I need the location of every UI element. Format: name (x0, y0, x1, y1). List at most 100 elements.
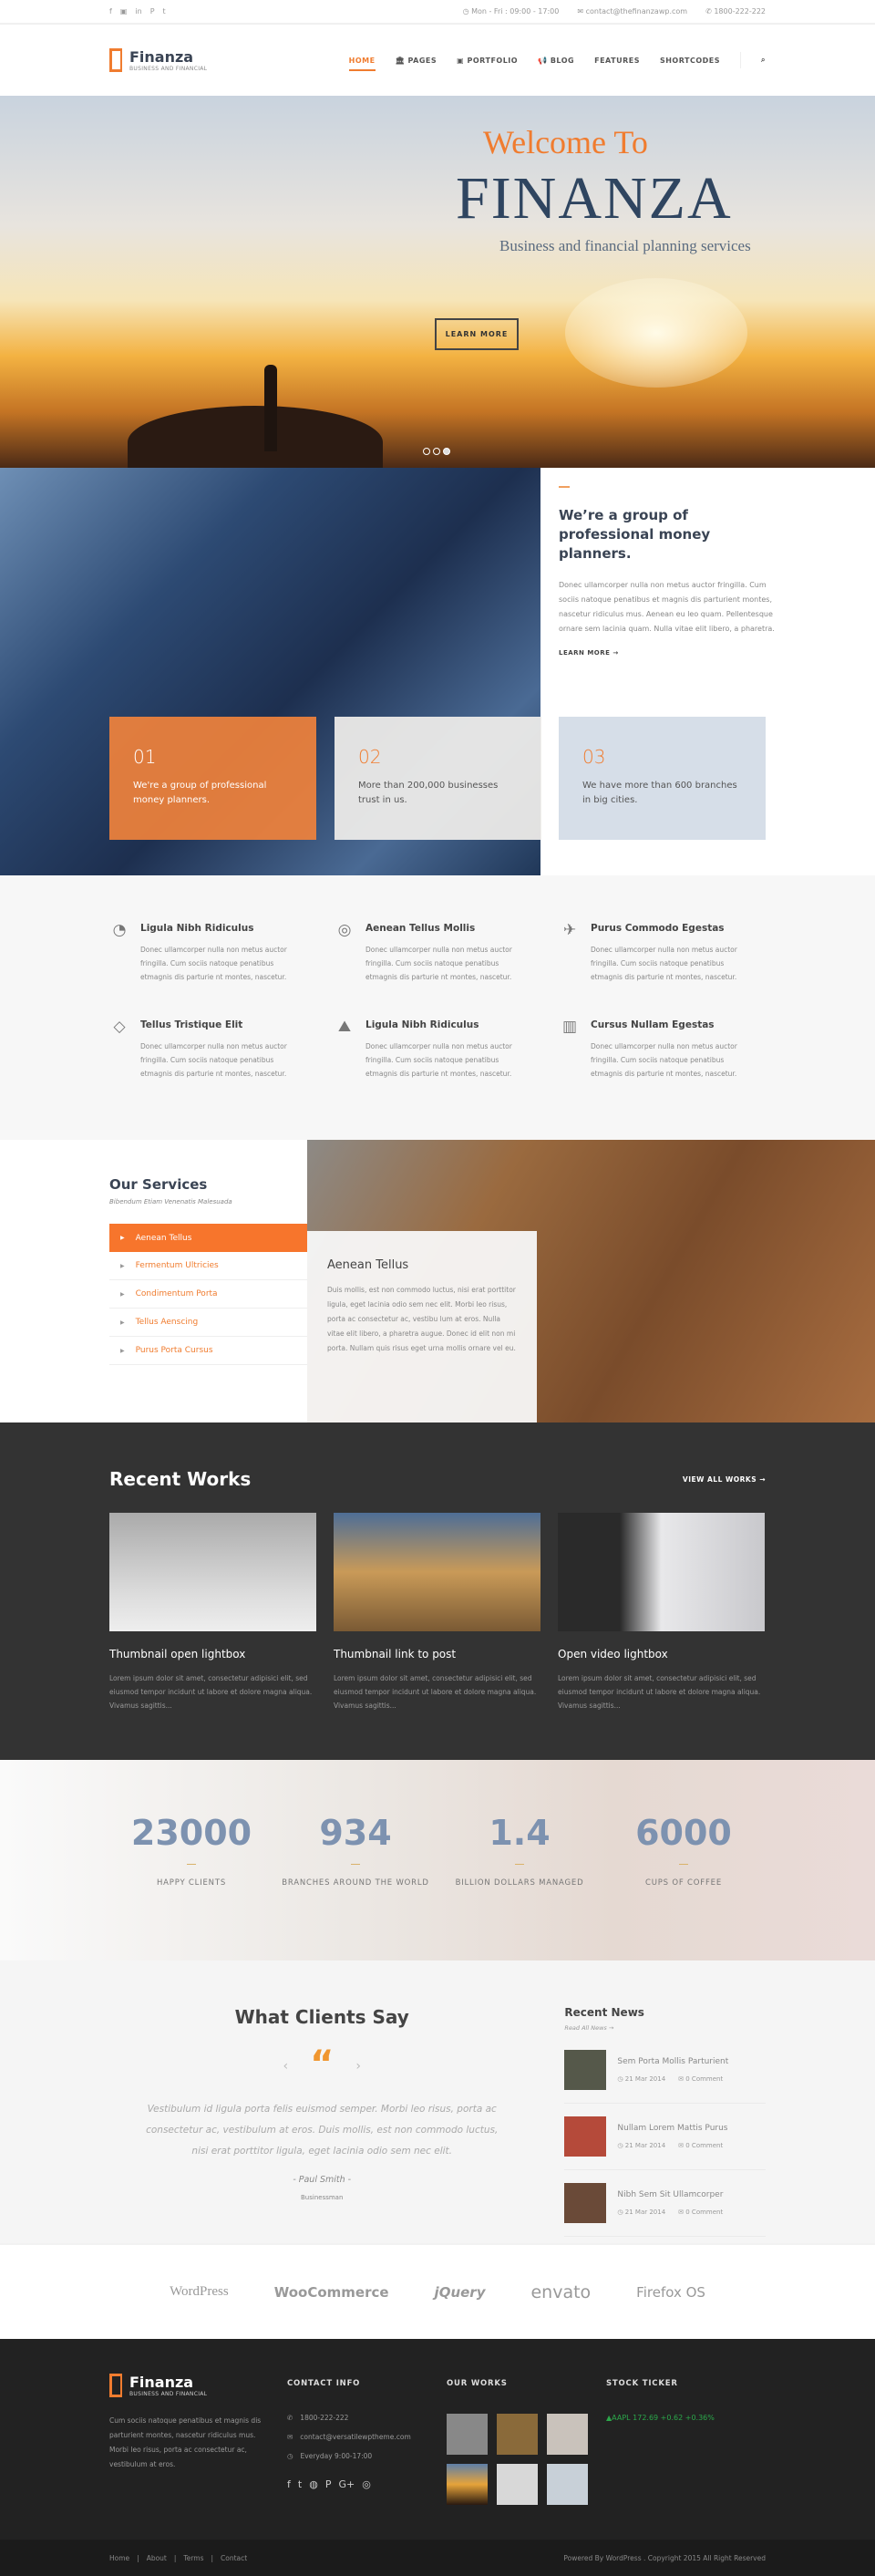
footer-works-gallery (447, 2414, 606, 2505)
contact-info-title: CONTACT INFO (287, 2379, 361, 2388)
pinterest-icon[interactable]: P (150, 7, 155, 16)
email-info[interactable]: ✉ contact@thefinanzawp.com (577, 7, 687, 16)
firefox-os-logo: Firefox OS (636, 2283, 705, 2301)
services-subtitle: Bibendum Etiam Venenatis Malesuada (109, 1198, 232, 1205)
footer-link[interactable]: About (147, 2554, 167, 2562)
hero-welcome: Welcome To (483, 124, 648, 160)
service-tab[interactable]: ▶ Purus Porta Cursus (109, 1337, 307, 1365)
work-thumbnail[interactable] (558, 1513, 765, 1631)
news-title[interactable]: Nibh Sem Sit Ullamcorper (617, 2190, 723, 2199)
footer-link[interactable]: Home (109, 2554, 129, 2562)
flickr-icon[interactable]: ▣ (120, 7, 128, 16)
twitter-icon[interactable]: t (298, 2478, 302, 2490)
footer-email[interactable]: contact@versatilewptheme.com (300, 2433, 410, 2441)
footer-link[interactable]: Contact (221, 2554, 247, 2562)
copyright: Powered By WordPress . Copyright 2015 Al… (563, 2553, 766, 2562)
nav-features[interactable]: FEATURES (594, 57, 640, 65)
news-thumbnail[interactable] (564, 2116, 607, 2157)
feature-text: Donec ullamcorper nulla non metus auctor… (365, 946, 512, 981)
features-section: ◔ Ligula Nibh Ridiculus Donec ullamcorper … (0, 875, 875, 1140)
work-title[interactable]: Thumbnail open lightbox (109, 1648, 316, 1660)
caret-right-icon: ▶ (120, 1319, 125, 1326)
nav-shortcodes[interactable]: SHORTCODES (660, 57, 720, 65)
email-text: contact@thefinanzawp.com (585, 7, 688, 16)
news-title[interactable]: Sem Porta Mollis Parturient (617, 2057, 728, 2066)
phone-text: 1800-222-222 (714, 7, 766, 16)
envato-logo: envato (530, 2281, 592, 2302)
stat-value: 6000 (635, 1813, 732, 1853)
chevron-right-icon[interactable]: › (355, 2059, 361, 2074)
news-thumbnail[interactable] (564, 2183, 607, 2223)
news-title[interactable]: Nullam Lorem Mattis Purus (617, 2124, 727, 2133)
service-tab[interactable]: ▶ Condimentum Porta (109, 1280, 307, 1309)
work-thumbnail[interactable] (447, 2414, 488, 2455)
footer-links: Home | About | Terms | Contact (109, 2554, 247, 2562)
stock-ticker-title: STOCK TICKER (606, 2379, 678, 2388)
work-thumbnail[interactable] (447, 2464, 488, 2505)
feature-title: Purus Commodo Egestas (591, 923, 725, 934)
header: Finanza BUSINESS AND FINANCIAL HOME 🏛 PAG… (0, 25, 875, 96)
stat-item: 934 BRANCHES AROUND THE WORLD (273, 1813, 438, 1890)
work-thumbnail[interactable] (547, 2464, 588, 2505)
about-learn-more-link[interactable]: LEARN MORE → (559, 649, 777, 657)
service-label: Purus Porta Cursus (135, 1346, 213, 1355)
nav-blog[interactable]: 📢 BLOG (538, 57, 574, 65)
panel-text: Duis mollis, est non commodo luctus, nis… (327, 1286, 516, 1352)
news-date: ◷ 21 Mar 2014 (617, 2142, 665, 2149)
footer-link[interactable]: Terms (183, 2554, 203, 2562)
work-thumbnail[interactable] (547, 2414, 588, 2455)
service-tab[interactable]: ▶ Aenean Tellus (109, 1224, 307, 1252)
slide-dot[interactable] (423, 448, 430, 455)
caret-right-icon: ▶ (120, 1235, 125, 1241)
work-thumbnail[interactable] (334, 1513, 540, 1631)
stat-value: 23000 (130, 1813, 252, 1853)
nav-pages[interactable]: 🏛 PAGES (396, 57, 438, 65)
feature-text: Donec ullamcorper nulla non metus auctor… (591, 1042, 737, 1078)
work-thumbnail[interactable] (109, 1513, 316, 1631)
brand-name: Finanza (129, 48, 194, 66)
google-plus-icon[interactable]: G+ (338, 2478, 355, 2490)
footer-logo[interactable]: Finanza BUSINESS AND FINANCIAL (109, 2374, 269, 2397)
view-all-works-link[interactable]: VIEW ALL WORKS → (683, 1475, 766, 1484)
pinterest-icon[interactable]: P (325, 2478, 332, 2490)
stat-item: 1.4 BILLION DOLLARS MANAGED (438, 1813, 602, 1890)
work-title[interactable]: Thumbnail link to post (334, 1648, 540, 1660)
slide-dot[interactable] (433, 448, 440, 455)
feature-title: Ligula Nibh Ridiculus (140, 923, 254, 934)
logo[interactable]: Finanza BUSINESS AND FINANCIAL (109, 48, 207, 72)
stat-divider (679, 1864, 688, 1865)
news-thumbnail[interactable] (564, 2050, 607, 2090)
dribbble-icon[interactable]: ◍ (309, 2478, 318, 2490)
search-icon[interactable]: ⌕ (761, 56, 766, 65)
chevron-left-icon[interactable]: ‹ (283, 2059, 288, 2074)
mail-icon: ✉ (577, 7, 586, 16)
facebook-icon[interactable]: f (287, 2478, 291, 2490)
work-item: Open video lightbox Lorem ipsum dolor sit… (558, 1513, 765, 1712)
slide-dot-active[interactable] (443, 448, 450, 455)
comments-text: 0 Comment (685, 2209, 724, 2216)
news-date: ◷ 21 Mar 2014 (617, 2075, 665, 2083)
stat-value: 934 (319, 1813, 392, 1853)
nav-portfolio[interactable]: ▣ PORTFOLIO (457, 57, 518, 65)
work-thumbnail[interactable] (497, 2464, 538, 2505)
facebook-icon[interactable]: f (109, 7, 112, 16)
services-tabs: ▶ Aenean Tellus ▶ Fermentum Ultricies ▶ Condi… (109, 1224, 307, 1365)
twitter-icon[interactable]: t (163, 7, 166, 16)
link-separator: | (173, 2553, 177, 2562)
feature-title: Cursus Nullam Egestas (591, 1019, 715, 1030)
linkedin-icon[interactable]: in (135, 7, 141, 16)
instagram-icon[interactable]: ◎ (362, 2478, 371, 2490)
feature-text: Donec ullamcorper nulla non metus auctor… (591, 946, 737, 981)
bank-icon: 🏛 (395, 56, 408, 65)
learn-more-button[interactable]: LEARN MORE (435, 318, 519, 350)
nav-home[interactable]: HOME (348, 57, 376, 71)
service-tab[interactable]: ▶ Tellus Aenscing (109, 1309, 307, 1337)
work-title[interactable]: Open video lightbox (558, 1648, 765, 1660)
feature-item: ⛰ Ligula Nibh Ridiculus Donec ullamcorper … (335, 1018, 560, 1081)
quote-icon: “ (310, 2043, 335, 2085)
work-thumbnail[interactable] (497, 2414, 538, 2455)
pie-chart-icon: ◔ (112, 921, 127, 939)
feature-title: Ligula Nibh Ridiculus (365, 1019, 479, 1030)
read-all-news-link[interactable]: Read All News → (564, 2024, 766, 2032)
service-tab[interactable]: ▶ Fermentum Ultricies (109, 1252, 307, 1280)
